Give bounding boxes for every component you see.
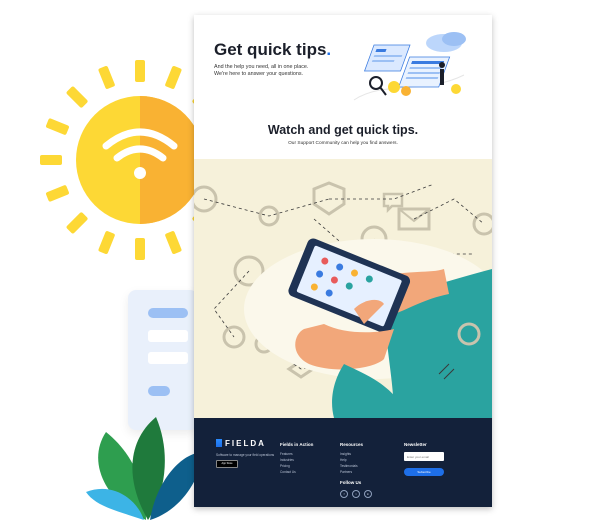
newsletter-email-input[interactable] [404,452,444,461]
footer-col-title: Fields in Action [280,442,314,447]
hero-subtitle: And the help you need, all in one place.… [214,64,309,77]
facebook-icon[interactable]: f [340,490,348,498]
fielda-logo-icon [216,439,222,447]
follow-us-title: Follow Us [340,480,362,485]
footer-link-features[interactable]: Features [280,452,293,456]
hero-title: Get quick tips. [214,40,332,59]
watch-subtitle: Our Support Community can help you find … [288,141,398,146]
leaves-illustration [86,417,204,520]
subscribe-button[interactable]: Subscribe [404,468,444,476]
footer-link-testimonials[interactable]: Testimonials [340,464,358,468]
footer-link-contact[interactable]: Contact Us [280,470,296,474]
background-form-card [128,290,198,430]
linkedin-icon[interactable]: in [364,490,372,498]
footer-link-help[interactable]: Help [340,458,347,462]
watch-title: Watch and get quick tips. [267,123,419,137]
phone-hands-illustration [194,159,492,418]
brand-logo[interactable]: FIELDA [216,439,266,448]
hero-section: Get quick tips. And the help you need, a… [194,15,492,115]
newsletter-title: Newsletter [404,442,427,447]
support-page: Get quick tips. And the help you need, a… [194,15,492,507]
footer-link-partners[interactable]: Partners [340,470,352,474]
twitter-icon[interactable]: t [352,490,360,498]
app-store-badge[interactable]: App Store [216,460,238,468]
footer: FIELDA Software to manage your field ope… [194,418,492,507]
footer-link-pricing[interactable]: Pricing [280,464,290,468]
footer-link-insights[interactable]: Insights [340,452,351,456]
data-dashboard-illustration [353,32,466,101]
footer-link-industries[interactable]: Industries [280,458,294,462]
footer-col-title: Resources [340,442,364,447]
brand-tagline: Software to manage your field operations [216,453,275,457]
